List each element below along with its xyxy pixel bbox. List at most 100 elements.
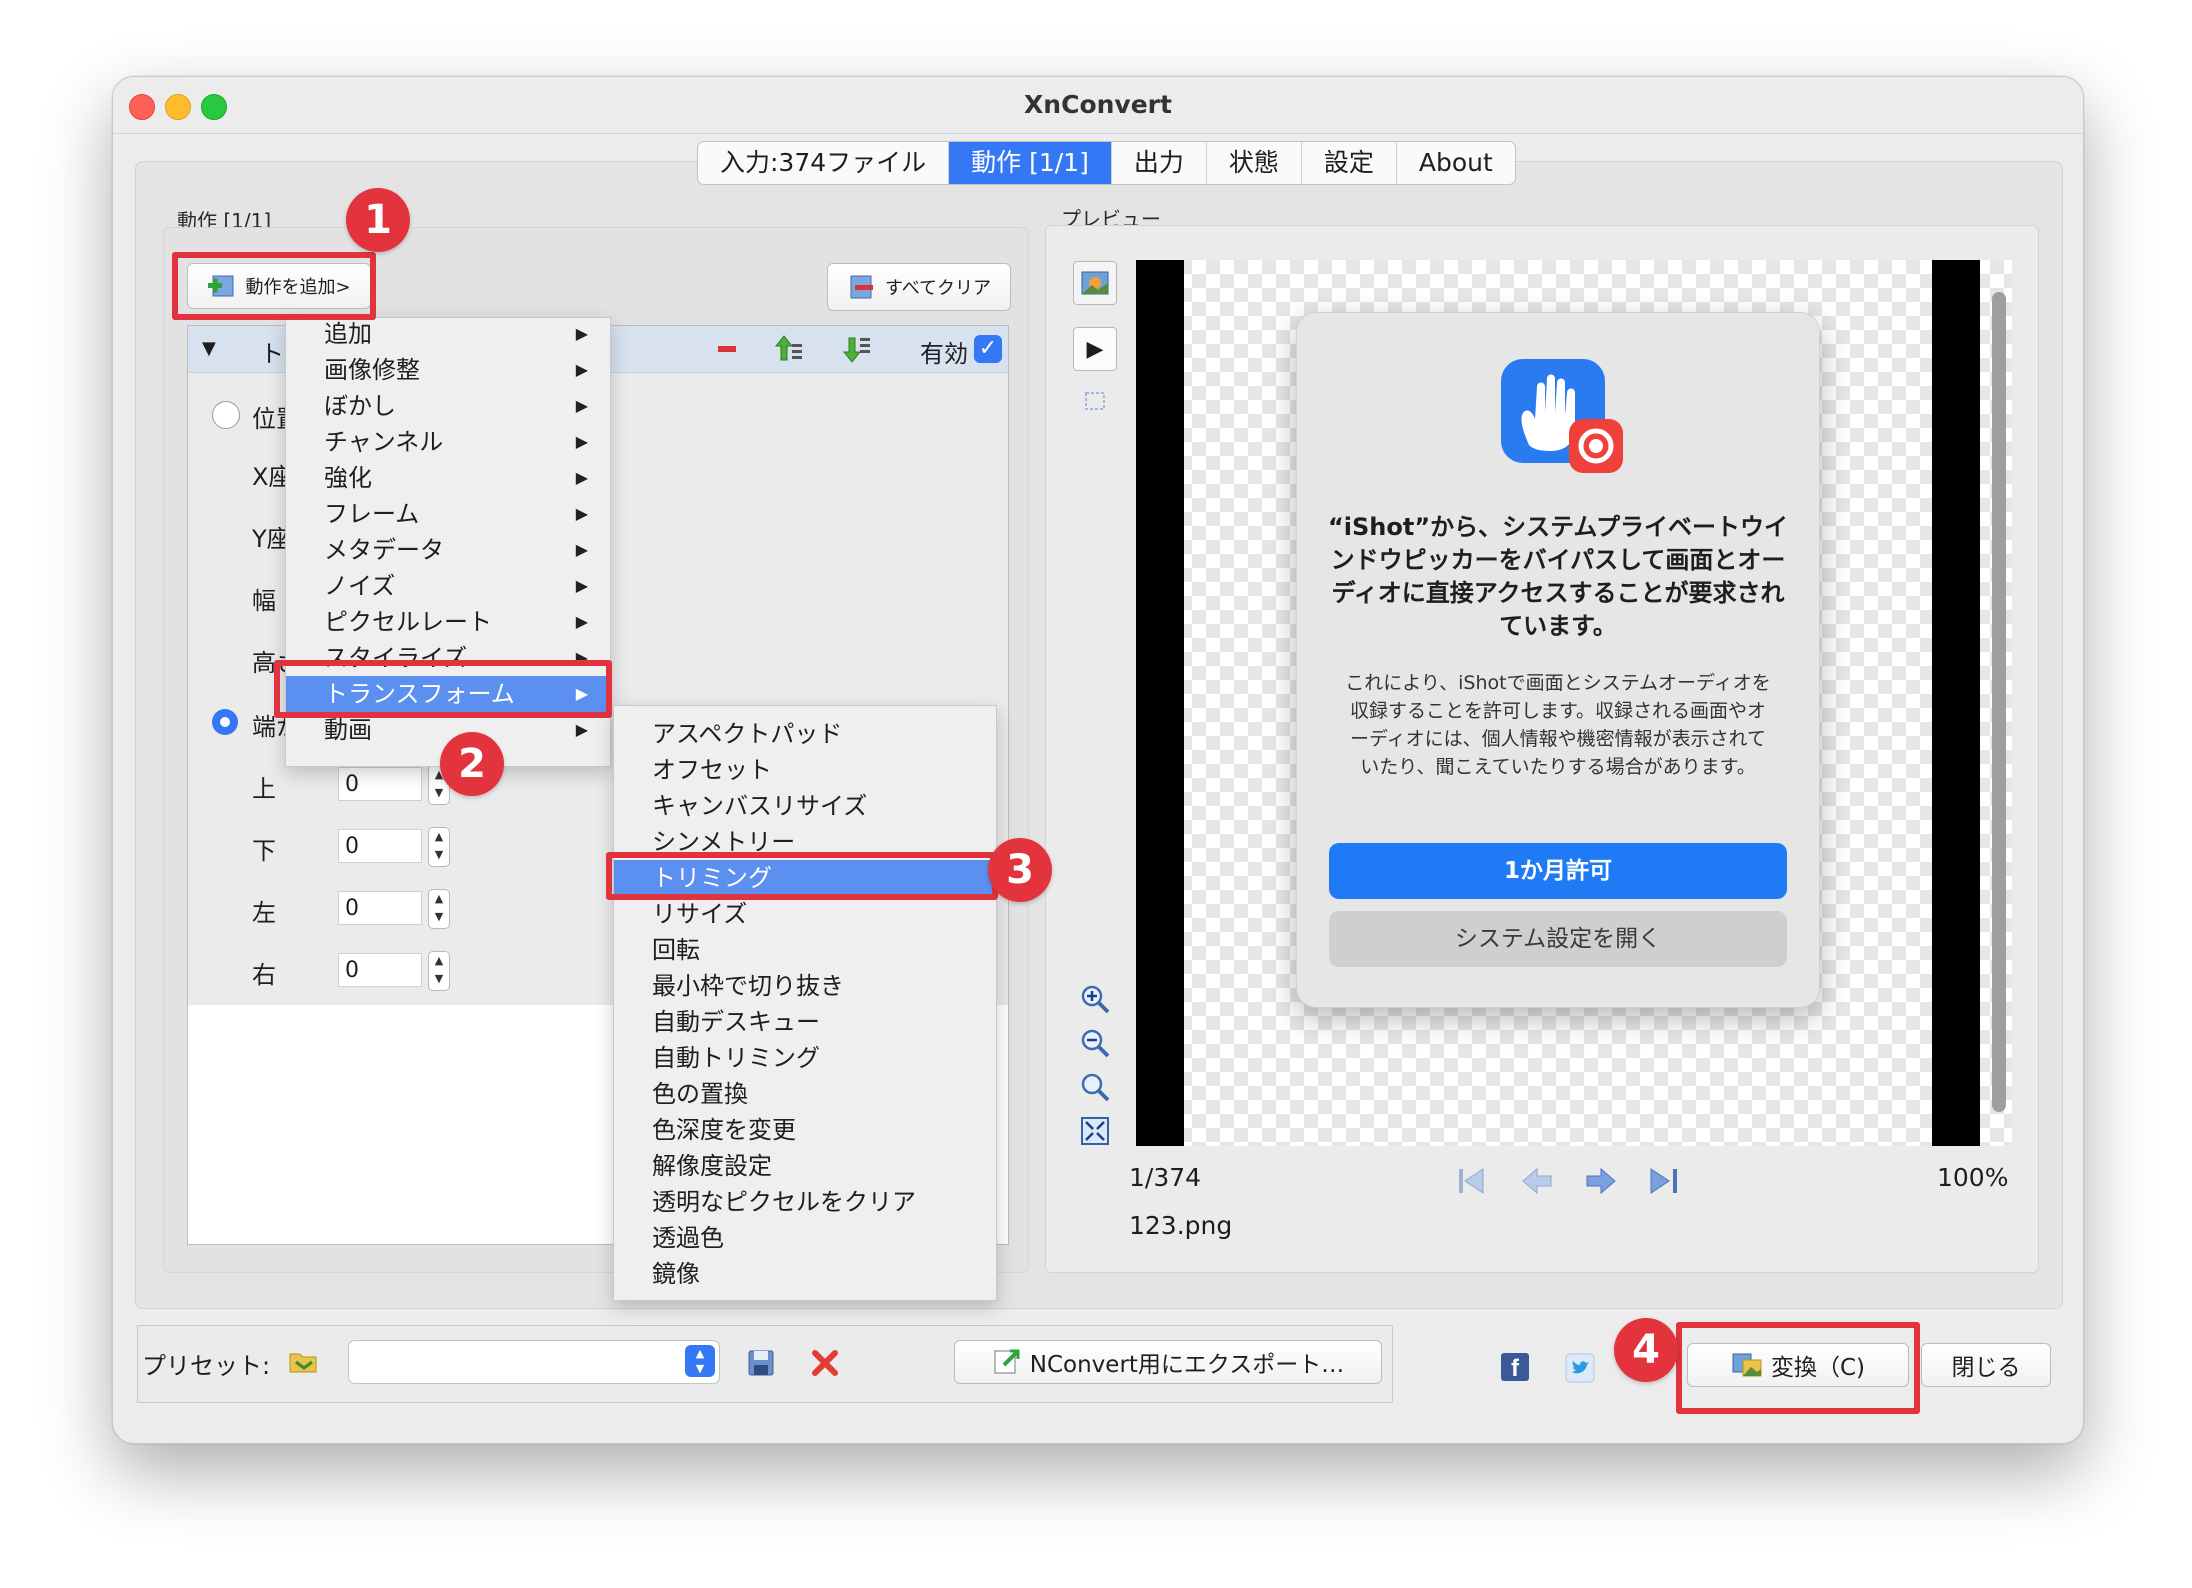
right-field[interactable]: 0 [338, 953, 422, 987]
submenu-item-resolution[interactable]: 解像度設定 [614, 1148, 996, 1184]
top-field[interactable]: 0 [338, 767, 422, 801]
menu-item-enhance[interactable]: 強化 ▶ [286, 460, 610, 496]
close-label: 閉じる [1951, 1355, 2021, 1381]
export-nconvert-button[interactable]: NConvert用にエクスポート… [954, 1340, 1382, 1384]
menu-item-image-adjust[interactable]: 画像修整 ▶ [286, 352, 610, 388]
last-image-icon[interactable] [1645, 1161, 1685, 1201]
menu-item-frame[interactable]: フレーム ▶ [286, 496, 610, 532]
previous-image-icon[interactable] [1517, 1161, 1557, 1201]
facebook-icon[interactable]: f [1501, 1353, 1529, 1382]
top-label: 上 [252, 775, 276, 803]
callout-badge-2: 2 [440, 732, 504, 796]
tab-bar: 入力:374ファイル 動作 [1/1] 出力 状態 設定 About [697, 141, 1516, 185]
window-title: XnConvert [1024, 90, 1172, 119]
play-button[interactable]: ▶ [1073, 327, 1117, 371]
submenu-item-auto-crop[interactable]: 自動トリミング [614, 1040, 996, 1076]
export-icon [994, 1349, 1020, 1374]
menu-item-noise[interactable]: ノイズ ▶ [286, 568, 610, 604]
callout-badge-1: 1 [346, 188, 410, 252]
remove-action-icon[interactable] [718, 346, 736, 352]
callout-rect-2 [274, 660, 612, 718]
move-up-icon[interactable] [774, 334, 804, 364]
preset-bar: プリセット: ▲ ▼ NConvert用にエクスポート… [137, 1325, 1393, 1403]
right-stepper[interactable]: ▲ ▼ [428, 951, 450, 991]
twitter-icon[interactable] [1565, 1353, 1595, 1383]
enabled-label: 有効 [920, 340, 968, 368]
image-counter: 1/374 [1129, 1163, 1202, 1192]
zoom-out-button[interactable] [1073, 1021, 1117, 1065]
image-icon [1081, 271, 1109, 295]
submenu-item-transparent-color[interactable]: 透過色 [614, 1220, 996, 1256]
clear-all-button[interactable]: すべてクリア [827, 263, 1011, 311]
tab-status[interactable]: 状態 [1207, 142, 1302, 184]
action-row-title: ト [260, 340, 284, 368]
submenu-item-resize[interactable]: リサイズ [614, 896, 996, 932]
preview-scrollbar[interactable] [1992, 292, 2006, 1112]
save-preset-icon[interactable] [746, 1348, 776, 1378]
crop-select-tool[interactable] [1073, 379, 1117, 423]
tab-settings[interactable]: 設定 [1302, 142, 1397, 184]
tab-about[interactable]: About [1397, 142, 1515, 184]
callout-badge-4: 4 [1614, 1318, 1678, 1382]
tab-output[interactable]: 出力 [1112, 142, 1207, 184]
right-label: 右 [252, 961, 276, 989]
bottom-stepper[interactable]: ▲ ▼ [428, 827, 450, 867]
enabled-checkbox[interactable]: ✓ [974, 335, 1002, 363]
edge-radio[interactable] [212, 709, 238, 735]
next-image-icon[interactable] [1581, 1161, 1621, 1201]
width-label: 幅 [252, 587, 276, 615]
dialog-body: これにより、iShotで画面とシステムオーディオを収録することを許可します。収録… [1345, 672, 1771, 778]
submenu-item-auto-deskew[interactable]: 自動デスキュー [614, 1004, 996, 1040]
callout-rect-4 [1676, 1322, 1920, 1414]
submenu-item-clear-transparent[interactable]: 透明なピクセルをクリア [614, 1184, 996, 1220]
dialog-title: “iShot”から、システムプライベートウインドウピッカーをバイパスして画面とオ… [1328, 513, 1788, 640]
preset-select[interactable]: ▲ ▼ [348, 1340, 720, 1384]
callout-rect-3 [606, 852, 998, 900]
menu-item-channel[interactable]: チャンネル ▶ [286, 424, 610, 460]
preset-select-arrows-icon: ▲ ▼ [685, 1345, 715, 1377]
submenu-item-color-depth[interactable]: 色深度を変更 [614, 1112, 996, 1148]
left-stepper[interactable]: ▲ ▼ [428, 889, 450, 929]
permission-dialog: “iShot”から、システムプライベートウインドウピッカーをバイパスして画面とオ… [1296, 312, 1820, 1008]
open-system-settings-button[interactable]: システム設定を開く [1329, 911, 1787, 967]
submenu-item-mirror[interactable]: 鏡像 [614, 1256, 996, 1292]
callout-badge-3: 3 [988, 838, 1052, 902]
letterbox-right [1932, 260, 1980, 1146]
bottom-label: 下 [252, 837, 276, 865]
move-down-icon[interactable] [842, 334, 872, 364]
position-radio[interactable] [212, 401, 240, 429]
zoom-actual-button[interactable] [1073, 1065, 1117, 1109]
submenu-item-replace-color[interactable]: 色の置換 [614, 1076, 996, 1112]
preview-image[interactable]: “iShot”から、システムプライベートウインドウピッカーをバイパスして画面とオ… [1136, 260, 2012, 1146]
submenu-item-min-crop[interactable]: 最小枠で切り抜き [614, 968, 996, 1004]
preview-image-button[interactable] [1073, 261, 1117, 305]
menu-item-add[interactable]: 追加 ▶ [286, 316, 610, 352]
left-field[interactable]: 0 [338, 891, 422, 925]
xnconvert-window: XnConvert 入力:374ファイル 動作 [1/1] 出力 状態 設定 A… [112, 76, 2084, 1444]
image-filename: 123.png [1129, 1211, 1233, 1240]
collapse-triangle-icon[interactable]: ▼ [202, 338, 216, 359]
selection-icon [1085, 392, 1105, 410]
allow-month-button[interactable]: 1か月許可 [1329, 843, 1787, 899]
bottom-field[interactable]: 0 [338, 829, 422, 863]
submenu-item-aspect-pad[interactable]: アスペクトパッド [614, 716, 996, 752]
submenu-item-rotate[interactable]: 回転 [614, 932, 996, 968]
submenu-item-canvas-resize[interactable]: キャンバスリサイズ [614, 788, 996, 824]
transform-submenu: アスペクトパッド オフセット キャンバスリサイズ シンメトリー トリミング リサ… [613, 705, 997, 1301]
menu-item-blur[interactable]: ぼかし ▶ [286, 388, 610, 424]
submenu-item-offset[interactable]: オフセット [614, 752, 996, 788]
close-button[interactable]: 閉じる [1921, 1343, 2051, 1387]
zoom-in-button[interactable] [1073, 977, 1117, 1021]
delete-preset-icon[interactable] [810, 1348, 840, 1378]
tab-actions[interactable]: 動作 [1/1] [949, 142, 1112, 184]
clear-all-label: すべてクリア [884, 278, 992, 299]
export-nconvert-label: NConvert用にエクスポート… [1029, 1352, 1345, 1378]
callout-rect-1 [172, 252, 376, 320]
menu-item-metadata[interactable]: メタデータ ▶ [286, 532, 610, 568]
tab-input[interactable]: 入力:374ファイル [698, 142, 950, 184]
left-label: 左 [252, 899, 276, 927]
fit-to-window-button[interactable] [1073, 1109, 1117, 1153]
menu-item-pixelrate[interactable]: ピクセルレート ▶ [286, 604, 610, 640]
first-image-icon[interactable] [1453, 1161, 1493, 1201]
open-preset-folder-icon[interactable] [288, 1348, 320, 1376]
